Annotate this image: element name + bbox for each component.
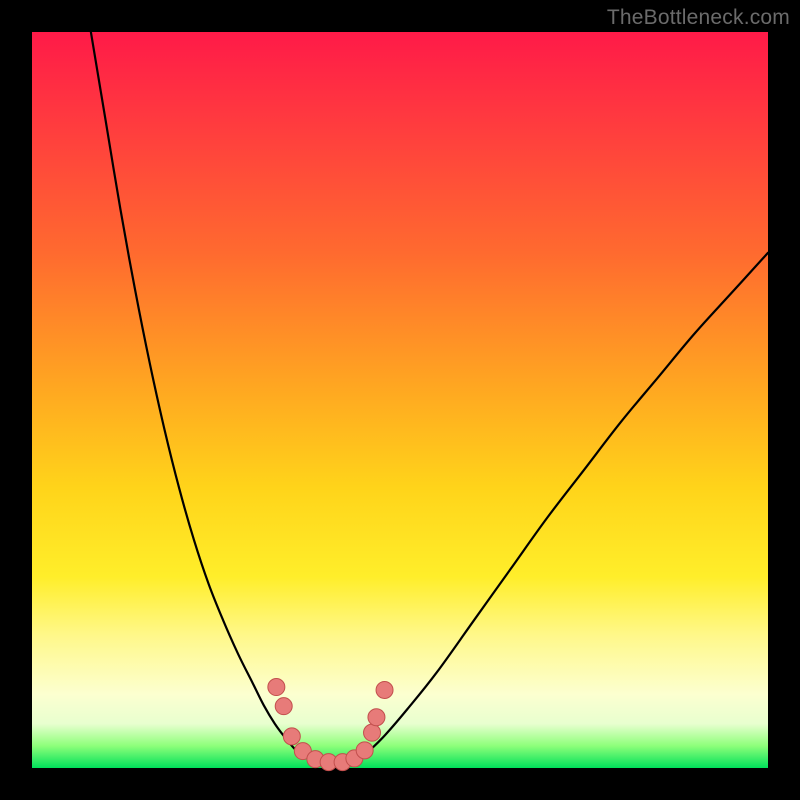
valley-marker (368, 709, 385, 726)
valley-marker (376, 681, 393, 698)
chart-frame: TheBottleneck.com (0, 0, 800, 800)
curve-layer (32, 32, 768, 768)
valley-marker (364, 724, 381, 741)
valley-marker (268, 679, 285, 696)
valley-markers (268, 679, 393, 771)
valley-marker (283, 728, 300, 745)
valley-marker (356, 742, 373, 759)
bottleneck-curve (91, 32, 768, 763)
watermark-text: TheBottleneck.com (607, 6, 790, 30)
valley-marker (275, 698, 292, 715)
